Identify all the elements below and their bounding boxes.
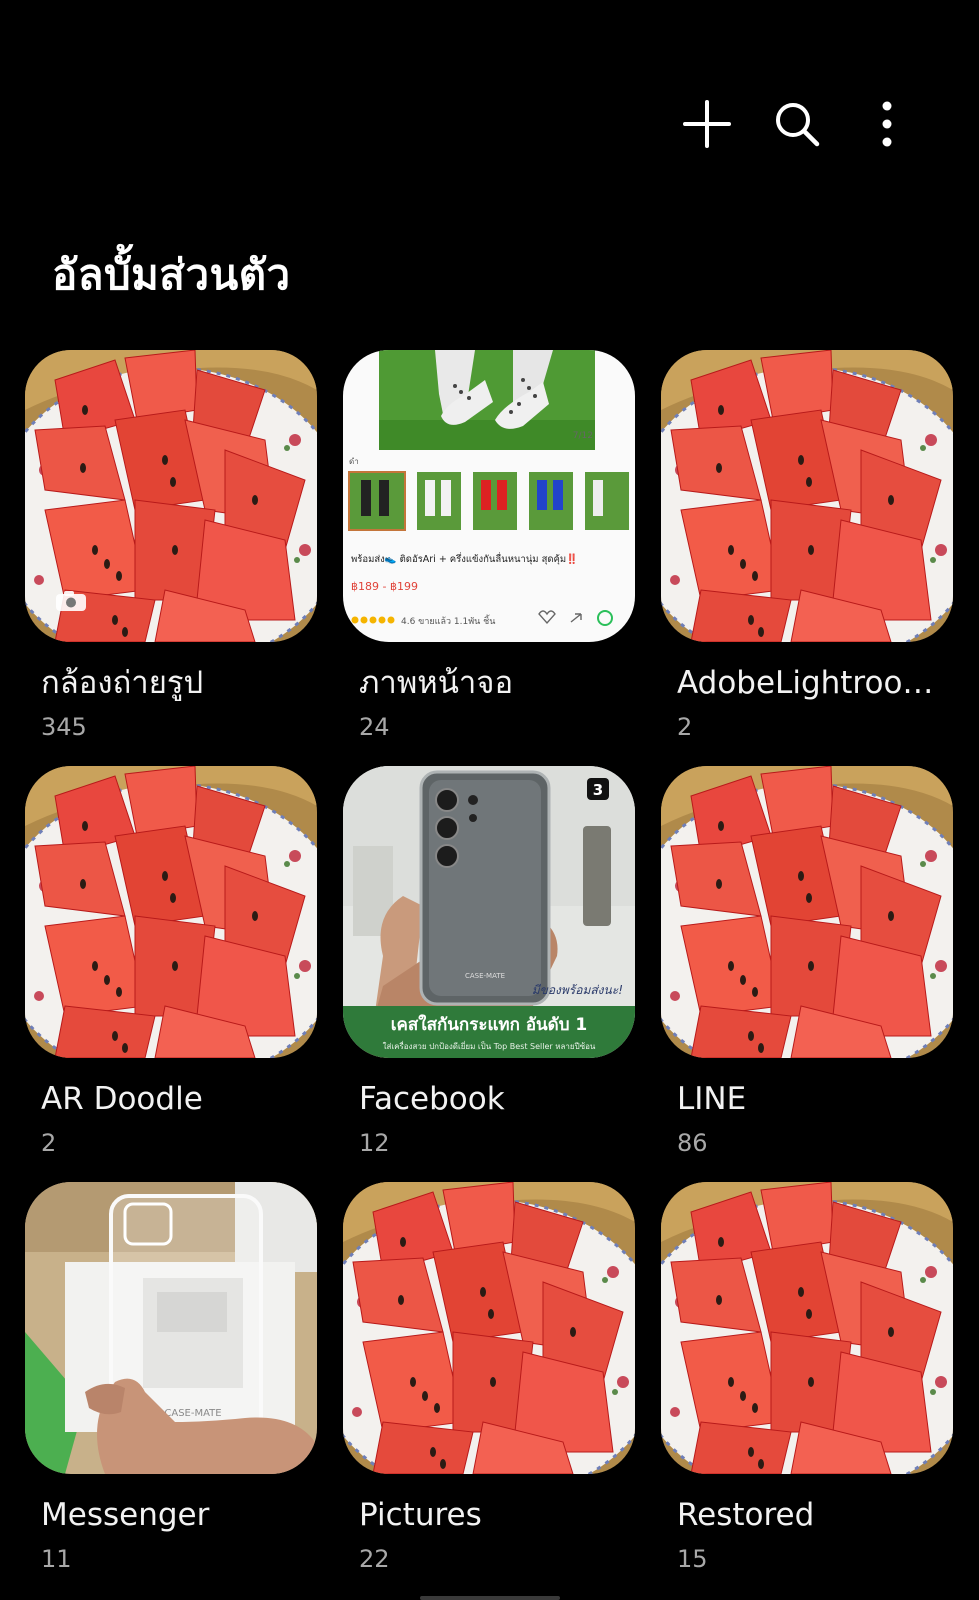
album-name: AdobeLightroo…	[677, 665, 934, 701]
album-messenger[interactable]: CASE-MATE Messenger 11	[25, 1182, 317, 1598]
search-button[interactable]	[765, 92, 829, 156]
album-count: 15	[677, 1545, 708, 1573]
clear-case-image: CASE-MATE	[25, 1182, 317, 1474]
album-thumbnail	[661, 1182, 953, 1474]
album-restored[interactable]: Restored 15	[661, 1182, 953, 1598]
album-count: 2	[41, 1129, 57, 1157]
album-thumbnail	[25, 766, 317, 1058]
more-options-button[interactable]	[855, 92, 919, 156]
album-count: 22	[359, 1545, 390, 1573]
album-name: LINE	[677, 1081, 747, 1117]
album-count: 11	[41, 1545, 72, 1573]
album-count: 2	[677, 713, 693, 741]
album-name: AR Doodle	[41, 1081, 203, 1117]
album-count: 345	[41, 713, 87, 741]
plus-icon	[683, 100, 731, 148]
screenshot-page-indicator: 7/12	[573, 431, 593, 441]
phone-case-ad-image: CASE-MATE 3 มีของพร้อมส่งนะ! เคสใสกันกระ…	[343, 766, 635, 1058]
watermelon-image	[661, 1182, 953, 1474]
album-thumbnail	[343, 1182, 635, 1474]
watermelon-image	[661, 766, 953, 1058]
case-brand: CASE-MATE	[465, 972, 505, 980]
case-brand: CASE-MATE	[164, 1408, 221, 1419]
album-grid: กล้องถ่ายรูป 345 7/12 ดำ พร้อมส่ง👟 ติดอั…	[25, 350, 954, 1598]
album-name: Messenger	[41, 1497, 210, 1533]
album-thumbnail: 7/12 ดำ พร้อมส่ง👟 ติดอัรAri + ครึ่งแข้งก…	[343, 350, 635, 642]
album-name: กล้องถ่ายรูป	[41, 665, 204, 701]
album-name: Facebook	[359, 1081, 505, 1117]
album-thumbnail	[25, 350, 317, 642]
album-adobe-lightroom[interactable]: AdobeLightroo… 2	[661, 350, 953, 766]
ad-subtitle: ใส่เครื่องสวย ปกป้องดีเยี่ยม เป็น Top Be…	[383, 1040, 596, 1051]
album-screenshots[interactable]: 7/12 ดำ พร้อมส่ง👟 ติดอัรAri + ครึ่งแข้งก…	[343, 350, 635, 766]
page-title: อัลบั้มส่วนตัว	[52, 250, 291, 299]
watermelon-image	[661, 350, 953, 642]
add-album-button[interactable]	[675, 92, 739, 156]
album-ar-doodle[interactable]: AR Doodle 2	[25, 766, 317, 1182]
album-count: 12	[359, 1129, 390, 1157]
album-thumbnail: CASE-MATE	[25, 1182, 317, 1474]
ad-headline: เคสใสกันกระแทก อันดับ 1	[391, 1014, 588, 1035]
album-name: ภาพหน้าจอ	[359, 665, 514, 701]
toolbar	[649, 92, 919, 156]
more-vertical-icon	[882, 101, 892, 147]
ad-tag: มีของพร้อมส่งนะ!	[532, 983, 623, 997]
album-thumbnail	[661, 350, 953, 642]
home-indicator	[420, 1596, 560, 1600]
album-thumbnail: CASE-MATE 3 มีของพร้อมส่งนะ! เคสใสกันกระ…	[343, 766, 635, 1058]
album-pictures[interactable]: Pictures 22	[343, 1182, 635, 1598]
watermelon-image	[25, 766, 317, 1058]
album-name: Restored	[677, 1497, 815, 1533]
screenshot-price: ฿189 - ฿199	[351, 580, 418, 593]
camera-icon	[56, 591, 86, 611]
album-facebook[interactable]: CASE-MATE 3 มีของพร้อมส่งนะ! เคสใสกันกระ…	[343, 766, 635, 1182]
search-icon	[776, 103, 820, 147]
album-name: Pictures	[359, 1497, 482, 1533]
album-count: 86	[677, 1129, 708, 1157]
album-thumbnail	[661, 766, 953, 1058]
screenshot-variant-label: ดำ	[349, 457, 359, 466]
screenshot-image: 7/12 ดำ พร้อมส่ง👟 ติดอัรAri + ครึ่งแข้งก…	[343, 350, 635, 642]
watermelon-image	[343, 1182, 635, 1474]
ad-badge-number: 3	[593, 781, 603, 799]
album-camera[interactable]: กล้องถ่ายรูป 345	[25, 350, 317, 766]
album-line[interactable]: LINE 86	[661, 766, 953, 1182]
screenshot-product-description: พร้อมส่ง👟 ติดอัรAri + ครึ่งแข้งกันลื่นหน…	[351, 552, 578, 565]
album-count: 24	[359, 713, 390, 741]
